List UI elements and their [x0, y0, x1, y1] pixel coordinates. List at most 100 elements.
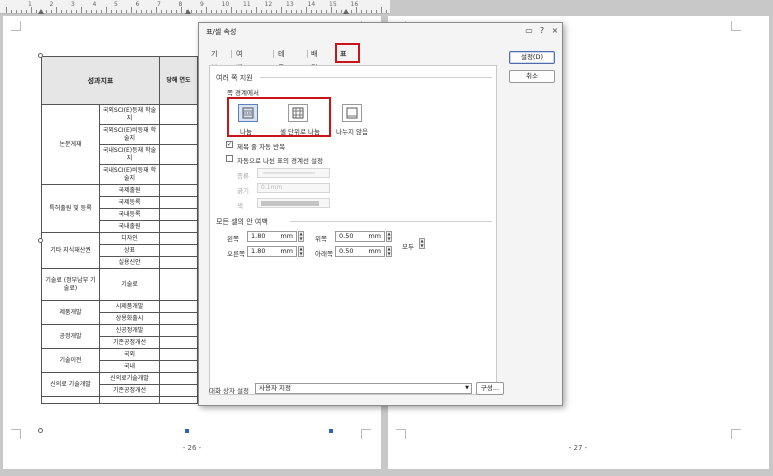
margin-right-label: 오른쪽: [227, 250, 245, 258]
horizontal-ruler[interactable]: 1 2 3 4 5 6 7 8 9 10 11 12 13 14 15 16: [0, 0, 390, 14]
margin-bottom-input[interactable]: 0.50 mm: [335, 246, 385, 257]
table-handle[interactable]: [38, 238, 43, 243]
margin-left-spinner[interactable]: ▲ ▼: [298, 231, 304, 242]
table-cell[interactable]: [159, 244, 198, 257]
table-item-cell[interactable]: 기술료: [99, 268, 160, 301]
table-item-cell[interactable]: 국외SCI(E)비등재 학술지: [99, 124, 160, 145]
margin-all-spinner[interactable]: ▲ ▼: [419, 238, 425, 249]
table-cell[interactable]: [159, 256, 198, 269]
table-item-cell[interactable]: 디자인: [99, 232, 160, 245]
margin-top-input[interactable]: 0.50 mm: [335, 231, 385, 242]
table-item-cell[interactable]: 기존공정개선: [99, 384, 160, 397]
table-cell[interactable]: [159, 196, 198, 209]
table-header-cell[interactable]: 성과지표: [41, 56, 160, 105]
table-item-cell[interactable]: 국내: [99, 360, 160, 373]
table-item-cell[interactable]: 국내등록: [99, 208, 160, 221]
help-icon[interactable]: ?: [537, 26, 547, 35]
table-header-cell[interactable]: 당해 연도: [159, 56, 198, 105]
table-item-cell[interactable]: 국외SCI(E)등재 학술지: [99, 104, 160, 125]
table-item-cell[interactable]: 신의료기술개발: [99, 372, 160, 385]
ruler-number: 11: [243, 1, 251, 8]
table-cell[interactable]: [99, 396, 160, 404]
table-cell[interactable]: [159, 144, 198, 165]
table-cell[interactable]: [159, 124, 198, 145]
table-group-cell[interactable]: 기술료 (정부납부 기술료): [41, 268, 100, 301]
table-item-cell[interactable]: 기존공정개선: [99, 336, 160, 349]
tab-margin-caption[interactable]: 여백/캡션: [236, 47, 245, 100]
table-cell[interactable]: [159, 384, 198, 397]
selection-handle[interactable]: [329, 429, 333, 433]
margin-right-input[interactable]: 1.80 mm: [247, 246, 297, 257]
table-group-cell[interactable]: 특허출원 및 등록: [41, 184, 100, 233]
configure-button[interactable]: 구성...: [476, 382, 504, 395]
tab-background[interactable]: 배경: [311, 47, 317, 72]
table-cell[interactable]: [159, 104, 198, 125]
table-item-cell[interactable]: 국내출원: [99, 220, 160, 233]
table-item-cell[interactable]: 국내SCI(E)등재 학술지: [99, 144, 160, 165]
table-item-cell[interactable]: 상표: [99, 244, 160, 257]
ruler-tick: [276, 10, 277, 13]
table-item-cell[interactable]: 신공정개발: [99, 324, 160, 337]
table-item-cell[interactable]: 국외: [99, 348, 160, 361]
table-cell[interactable]: [159, 312, 198, 325]
margin-left-value: 1.80: [251, 232, 266, 240]
table-cell-properties-dialog[interactable]: 표/셀 속성 ▭ ? × 기본 여백/캡션 테두리 배경 표 여러 쪽 지원 쪽…: [198, 22, 563, 406]
table-cell[interactable]: [159, 300, 198, 313]
table-group-cell[interactable]: 신의료 기술개발: [41, 372, 100, 397]
margin-top-spinner[interactable]: ▲ ▼: [386, 231, 392, 242]
table-handle[interactable]: [38, 53, 43, 58]
tab-border[interactable]: 테두리: [278, 47, 284, 86]
margin-right-value: 1.80: [251, 247, 266, 255]
ruler-indent-marker[interactable]: [38, 9, 44, 14]
table-cell[interactable]: [159, 208, 198, 221]
table-cell[interactable]: [41, 396, 100, 404]
margin-right-spinner[interactable]: ▲ ▼: [298, 246, 304, 257]
table-group-cell[interactable]: 제품개발: [41, 300, 100, 325]
table-cell[interactable]: [159, 268, 198, 301]
table-cell[interactable]: [159, 220, 198, 233]
table-handle[interactable]: [38, 428, 43, 433]
ruler-indent-marker[interactable]: [185, 9, 191, 14]
table-group-cell[interactable]: 공정개발: [41, 324, 100, 349]
table-item-cell[interactable]: 국제출원: [99, 184, 160, 197]
table-cell[interactable]: [159, 348, 198, 361]
table-cell[interactable]: [159, 336, 198, 349]
margin-bottom-spinner[interactable]: ▲ ▼: [386, 246, 392, 257]
table-group-cell[interactable]: 기타 지식재산권: [41, 232, 100, 269]
ruler-tick: [191, 10, 192, 13]
ok-button[interactable]: 설정(D): [509, 51, 555, 64]
table-cell[interactable]: [159, 360, 198, 373]
table-group-cell[interactable]: 논문게재: [41, 104, 100, 185]
table-group-cell[interactable]: 기술이전: [41, 348, 100, 373]
ruler-tick: [241, 10, 242, 13]
table-cell[interactable]: [159, 164, 198, 185]
table-cell[interactable]: [159, 396, 198, 404]
table-item-cell[interactable]: 시제품개발: [99, 300, 160, 313]
table-cell[interactable]: [159, 184, 198, 197]
ruler-number: 8: [178, 1, 183, 8]
table-item-cell[interactable]: 상용화출시: [99, 312, 160, 325]
selection-handle[interactable]: [185, 429, 189, 433]
margin-left-input[interactable]: 1.80 mm: [247, 231, 297, 242]
table-item-cell[interactable]: 국내SCI(E)비등재 학술지: [99, 164, 160, 185]
border-thickness-select[interactable]: 0.1mm: [257, 183, 330, 193]
table-cell[interactable]: [159, 324, 198, 337]
table-cell[interactable]: [159, 372, 198, 385]
table-item-cell[interactable]: 실용신안: [99, 256, 160, 269]
split-option-no-split-button[interactable]: [342, 104, 362, 122]
dialog-settings-select[interactable]: 사용자 지정 ▼: [255, 383, 472, 394]
border-type-select[interactable]: [257, 168, 330, 178]
ruler-indent-marker[interactable]: [343, 9, 349, 14]
dialog-titlebar[interactable]: 표/셀 속성 ▭ ? ×: [199, 23, 562, 41]
auto-border-checkbox[interactable]: [226, 155, 233, 162]
compact-icon[interactable]: ▭: [524, 26, 534, 35]
repeat-title-checkbox[interactable]: ✓: [226, 141, 233, 148]
table-item-cell[interactable]: 국제등록: [99, 196, 160, 209]
close-icon[interactable]: ×: [550, 26, 560, 35]
tab-basic[interactable]: 기본: [211, 47, 217, 72]
table-cell[interactable]: [159, 232, 198, 245]
border-color-select[interactable]: [257, 198, 330, 208]
ruler-tick: [341, 10, 342, 13]
cancel-button[interactable]: 취소: [509, 70, 555, 83]
ruler-number: 9: [200, 1, 204, 8]
